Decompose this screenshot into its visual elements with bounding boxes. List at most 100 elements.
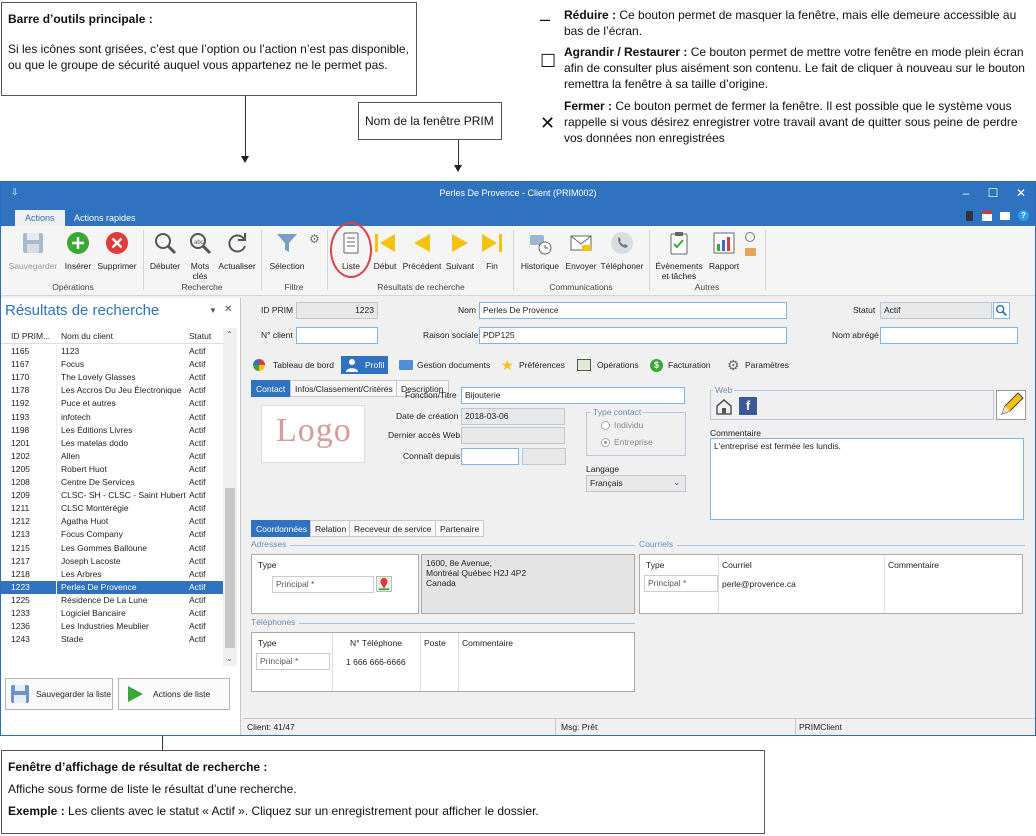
known-since-field[interactable] xyxy=(461,448,519,465)
delete-button[interactable]: Supprimer xyxy=(96,230,138,271)
table-row[interactable]: 1225 Résidence De La Lune Actif xyxy=(1,593,223,607)
table-row[interactable]: 1211 CLSC Montérégie Actif xyxy=(1,502,223,516)
subtab-coordinates[interactable]: Coordonnées xyxy=(251,520,313,537)
table-row[interactable]: 1198 Les Éditions Livres Actif xyxy=(1,423,223,437)
table-row[interactable]: 1202 Allen Actif xyxy=(1,449,223,463)
comment-textarea[interactable]: L'entreprise est fermée les lundis. xyxy=(710,438,1024,520)
calendar-icon[interactable] xyxy=(982,211,992,221)
table-row[interactable]: 1243 Stade Actif xyxy=(1,633,223,647)
scroll-down-icon[interactable]: ⌄ xyxy=(226,654,233,663)
creation-date-field[interactable]: 2018-03-06 xyxy=(461,408,565,425)
email-value[interactable]: perle@provence.ca xyxy=(722,579,796,589)
last-web-access-field[interactable] xyxy=(461,427,565,444)
subtab-info-classification[interactable]: Infos/Classement/Critères xyxy=(290,380,398,397)
close-button[interactable]: ✕ xyxy=(1013,185,1029,201)
keywords-button[interactable]: abc Mots clés xyxy=(184,230,216,281)
client-logo[interactable]: Logo xyxy=(261,405,365,463)
status-search-icon[interactable] xyxy=(993,302,1010,319)
scroll-up-icon[interactable]: ⌃ xyxy=(226,330,233,339)
table-row[interactable]: 1236 Les Industries Meublier Actif xyxy=(1,620,223,634)
table-row[interactable]: 1165 1123 Actif xyxy=(1,345,223,358)
events-button[interactable]: Évènements et tâches xyxy=(653,230,705,281)
column-header-name[interactable]: Nom du client xyxy=(61,331,113,341)
table-row[interactable]: 1201 Les matelas dodo Actif xyxy=(1,436,223,450)
table-row[interactable]: 1205 Robert Huot Actif xyxy=(1,462,223,476)
language-select[interactable]: Français xyxy=(586,475,686,492)
report-button[interactable]: Rapport xyxy=(706,230,742,271)
tab-operations[interactable]: Opérations xyxy=(573,356,643,374)
subtab-service-receiver[interactable]: Receveur de service xyxy=(349,520,437,537)
panel-close-icon[interactable]: ✕ xyxy=(224,304,232,315)
client-number-field[interactable] xyxy=(296,327,378,344)
table-row[interactable]: 1218 Les Arbres Actif xyxy=(1,567,223,581)
table-row[interactable]: 1209 CLSC- SH - CLSC - Saint Hubert Actif xyxy=(1,489,223,503)
function-field[interactable]: Bijouterie xyxy=(461,387,685,404)
subtab-relation[interactable]: Relation xyxy=(310,520,352,537)
minimize-button[interactable]: – xyxy=(958,185,974,201)
results-scrollbar[interactable]: ⌃ ⌄ xyxy=(223,328,237,666)
help-icon[interactable]: ? xyxy=(1018,210,1029,221)
known-since-extra-field[interactable] xyxy=(522,448,566,465)
table-row[interactable]: 1212 Agatha Huot Actif xyxy=(1,515,223,529)
map-pin-button[interactable] xyxy=(376,576,392,592)
insert-button[interactable]: Insérer xyxy=(61,230,95,271)
last-button[interactable]: Fin xyxy=(478,230,506,271)
subtab-contact[interactable]: Contact xyxy=(251,380,291,397)
selection-button[interactable]: Sélection xyxy=(265,230,309,271)
name-field[interactable]: Perles De Provence xyxy=(479,302,787,319)
table-row[interactable]: 1217 Joseph Lacoste Actif xyxy=(1,554,223,568)
column-header-status[interactable]: Statut xyxy=(189,331,211,341)
table-row[interactable]: 1223 Perles De Provence Actif xyxy=(1,580,223,594)
short-name-field[interactable] xyxy=(880,327,1018,344)
phone-number-value[interactable]: 1 666 666-6666 xyxy=(346,657,406,667)
email-type-field[interactable]: Principal * xyxy=(644,575,718,592)
tab-actions[interactable]: Actions xyxy=(15,210,65,226)
maximize-button[interactable]: ☐ xyxy=(985,185,1001,201)
start-search-button[interactable]: Débuter xyxy=(146,230,184,271)
tab-documents[interactable]: Gestion documents xyxy=(395,356,494,374)
printer-icon[interactable] xyxy=(1000,212,1010,220)
chevron-down-icon[interactable]: ⌄ xyxy=(673,477,681,488)
scroll-thumb[interactable] xyxy=(225,488,235,648)
phone-type-field[interactable]: Principal * xyxy=(256,653,330,670)
table-row[interactable]: 1193 infotech Actif xyxy=(1,410,223,424)
table-row[interactable]: 1215 Les Gommes Balloune Actif xyxy=(1,541,223,555)
refresh-button[interactable]: Actualiser xyxy=(217,230,257,271)
radio-individual[interactable] xyxy=(601,421,610,430)
tab-billing[interactable]: $ Facturation xyxy=(646,356,715,374)
history-button[interactable]: Historique xyxy=(517,230,563,271)
phone-button[interactable]: Téléphoner xyxy=(599,230,645,271)
save-button[interactable]: Sauvegarder xyxy=(7,230,59,271)
address-type-field[interactable]: Principal * xyxy=(272,576,374,593)
table-row[interactable]: 1167 Focus Actif xyxy=(1,358,223,372)
tab-profile[interactable]: Profil xyxy=(341,356,389,374)
table-row[interactable]: 1192 Puce et autres Actif xyxy=(1,397,223,411)
send-button[interactable]: Envoyer xyxy=(564,230,598,271)
tab-dashboard[interactable]: Tableau de bord xyxy=(249,356,338,374)
status-field[interactable]: Actif xyxy=(880,302,992,319)
subtab-partner[interactable]: Partenaire xyxy=(435,520,485,537)
panel-pin-icon[interactable]: ▼ xyxy=(209,306,217,315)
radio-company[interactable] xyxy=(601,438,610,447)
next-button[interactable]: Suivant xyxy=(444,230,476,271)
tab-quick-actions[interactable]: Actions rapides xyxy=(64,210,146,226)
cake-icon[interactable] xyxy=(745,248,756,256)
table-row[interactable]: 1208 Centre De Services Actif xyxy=(1,476,223,489)
table-row[interactable]: 1170 The Lovely Glasses Actif xyxy=(1,371,223,385)
column-header-id[interactable]: ID PRIM... xyxy=(11,331,50,341)
previous-button[interactable]: Précédent xyxy=(401,230,443,271)
table-row[interactable]: 1213 Focus Company Actif xyxy=(1,528,223,542)
calculator-icon[interactable] xyxy=(966,211,973,221)
tab-preferences[interactable]: ★ Préférences xyxy=(497,356,569,374)
table-row[interactable]: 1233 Logiciel Bancaire Actif xyxy=(1,607,223,620)
id-prim-field[interactable]: 1223 xyxy=(296,302,378,319)
save-list-button[interactable]: Sauvegarder la liste xyxy=(5,678,113,710)
list-actions-button[interactable]: Actions de liste xyxy=(118,678,230,710)
edit-web-button[interactable] xyxy=(996,390,1026,420)
tab-settings[interactable]: ⚙ Paramètres xyxy=(723,356,793,374)
facebook-icon[interactable]: f xyxy=(739,397,757,415)
first-button[interactable]: Début xyxy=(370,230,400,271)
filter-settings-icon[interactable]: ⚙ xyxy=(309,232,320,246)
business-name-field[interactable]: PDP125 xyxy=(479,327,787,344)
home-icon[interactable] xyxy=(715,397,733,415)
